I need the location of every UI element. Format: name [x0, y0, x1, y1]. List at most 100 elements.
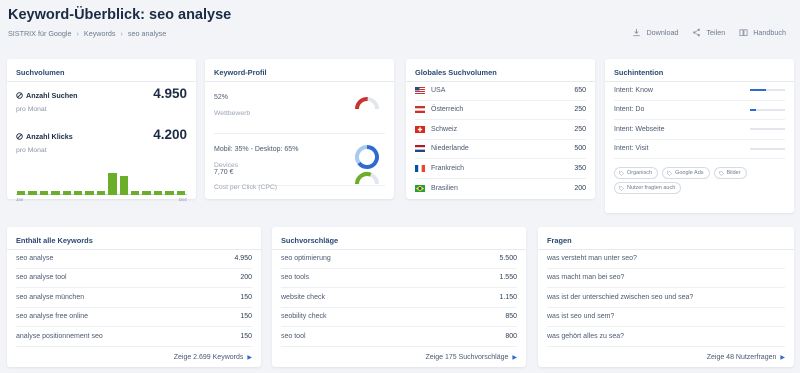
searches-label: Anzahl Suchen — [26, 91, 78, 100]
cpc-label: Cost per Click (CPC) — [214, 184, 278, 191]
intent-row: Intent: Know — [614, 81, 785, 101]
suggestion-text: seobility check — [281, 313, 327, 321]
card-title: Suchintention — [605, 59, 794, 82]
device-value: Mobil: 35% - Desktop: 65% — [214, 146, 299, 153]
chip-people-also-ask[interactable]: Nutzer fragten auch — [614, 182, 682, 194]
gauge-fill — [355, 172, 372, 185]
chip-google-ads[interactable]: Google Ads — [662, 167, 710, 179]
country-row[interactable]: Frankreich 350 — [415, 159, 586, 179]
country-value: 200 — [574, 184, 586, 192]
trend-bar — [39, 190, 49, 195]
share-button[interactable]: Teilen — [692, 28, 725, 37]
chip-images[interactable]: Bilder — [713, 167, 747, 179]
show-more-questions-link[interactable]: Zeige 48 Nutzerfragen ▶ — [707, 354, 785, 361]
chip-organic[interactable]: Organisch — [614, 167, 659, 179]
share-label: Teilen — [706, 28, 726, 37]
show-more-suggestions-link[interactable]: Zeige 175 Suchvorschläge ▶ — [425, 354, 517, 361]
clicks-sub: pro Monat — [16, 147, 47, 154]
breadcrumb-separator: › — [120, 29, 123, 38]
keyword-profile-card-lower: 7,70 € Cost per Click (CPC) — [205, 160, 394, 199]
intent-row: Intent: Visit — [614, 140, 785, 159]
trend-bar — [153, 190, 163, 195]
country-value: 500 — [574, 145, 586, 153]
trend-bar — [165, 190, 174, 195]
page-title: Keyword-Überblick: seo analyse — [8, 7, 232, 23]
breadcrumb-item-keywords[interactable]: Keywords — [84, 29, 116, 38]
serp-feature-chips: Organisch Google Ads Bilder Nutzer fragt… — [614, 167, 785, 194]
download-icon — [633, 28, 641, 37]
share-icon — [693, 28, 701, 37]
suggestion-text: seo optimierung — [281, 254, 331, 262]
download-label: Download — [646, 28, 679, 37]
country-row[interactable]: USA 650 — [415, 81, 586, 101]
trend-start-label: Jan — [16, 197, 24, 202]
download-button[interactable]: Download — [632, 28, 678, 37]
cpc-value: 7,70 € — [214, 169, 234, 176]
country-row[interactable]: Brasilien 200 — [415, 179, 586, 199]
suggestion-row[interactable]: seo optimierung 5.500 — [281, 249, 517, 269]
intent-bar — [750, 147, 785, 150]
country-row[interactable]: Schweiz 250 — [415, 120, 586, 140]
keyword-row[interactable]: seo analyse free online 150 — [16, 308, 252, 327]
country-value: 250 — [574, 106, 586, 114]
country-name: Schweiz — [431, 125, 458, 133]
suggestion-row[interactable]: seo tool 800 — [281, 327, 517, 347]
chevron-right-icon: ▶ — [512, 355, 517, 361]
footer-label: Zeige 2.699 Keywords — [173, 354, 244, 361]
intent-row: Intent: Webseite — [614, 120, 785, 140]
trend-icon — [16, 92, 23, 99]
keyword-row[interactable]: seo analyse münchen 150 — [16, 288, 252, 308]
austria-flag-icon — [415, 106, 425, 114]
trend-bar — [85, 190, 94, 195]
suggestion-value: 5.500 — [499, 254, 517, 262]
manual-button[interactable]: Handbuch — [739, 28, 786, 37]
suggestion-row[interactable]: website check 1.150 — [281, 288, 517, 308]
country-name: Frankreich — [431, 164, 465, 172]
search-intent-card: Suchintention Intent: Know Intent: Do In… — [605, 59, 794, 213]
suggestion-text: seo tool — [281, 332, 306, 340]
trend-bar — [131, 190, 140, 195]
keyword-value: 200 — [240, 274, 252, 282]
question-row[interactable]: was macht man bei seo? — [547, 269, 785, 288]
suggestion-value: 850 — [505, 313, 517, 321]
suggestion-value: 1.550 — [499, 274, 517, 282]
breadcrumb-separator: › — [76, 29, 79, 38]
question-row[interactable]: was versteht man unter seo? — [547, 249, 785, 269]
country-name: Österreich — [431, 106, 464, 114]
clicks-value: 4.200 — [153, 127, 187, 142]
gauge-fill — [355, 97, 368, 110]
trend-bar — [51, 190, 60, 195]
keyword-row[interactable]: seo analyse 4.950 — [16, 249, 252, 269]
keyword-text: seo analyse tool — [16, 274, 67, 282]
country-row[interactable]: Österreich 250 — [415, 101, 586, 120]
suggestion-row[interactable]: seo tools 1.550 — [281, 269, 517, 288]
keyword-text: analyse positionnement seo — [16, 332, 103, 340]
suggestion-row[interactable]: seobility check 850 — [281, 308, 517, 327]
keyword-value: 4.950 — [234, 254, 252, 262]
trend-bar — [176, 190, 185, 195]
page-actions: Download Teilen Handbuch — [632, 28, 786, 37]
country-row[interactable]: Niederlande 500 — [415, 140, 586, 159]
tag-icon — [718, 170, 724, 176]
question-row[interactable]: was ist der unterschied zwischen seo und… — [547, 288, 785, 308]
question-row[interactable]: was ist seo und sem? — [547, 308, 785, 327]
keyword-row[interactable]: analyse positionnement seo 150 — [16, 327, 252, 347]
keyword-row[interactable]: seo analyse tool 200 — [16, 269, 252, 288]
chip-label: Google Ads — [675, 170, 704, 176]
breadcrumb-item-sistrix[interactable]: SISTRIX für Google — [8, 29, 72, 38]
cpc-gauge — [355, 172, 379, 185]
suggestion-text: website check — [281, 293, 325, 301]
trend-icon — [16, 133, 23, 140]
card-title: Fragen — [538, 227, 794, 250]
searches-row: Anzahl Suchen pro Monat 4.950 — [16, 86, 187, 113]
show-more-keywords-link[interactable]: Zeige 2.699 Keywords ▶ — [174, 354, 252, 361]
competition-gauge — [355, 97, 379, 110]
clicks-row: Anzahl Klicks pro Monat 4.200 — [16, 127, 187, 154]
country-name: USA — [431, 86, 446, 94]
question-row[interactable]: was gehört alles zu sea? — [547, 327, 785, 347]
suggestion-text: seo tools — [281, 274, 310, 282]
competition-value: 52% — [214, 94, 229, 101]
breadcrumb-item-current: seo analyse — [127, 29, 167, 38]
trend-bar — [96, 190, 106, 195]
suggestion-value: 1.150 — [499, 293, 517, 301]
